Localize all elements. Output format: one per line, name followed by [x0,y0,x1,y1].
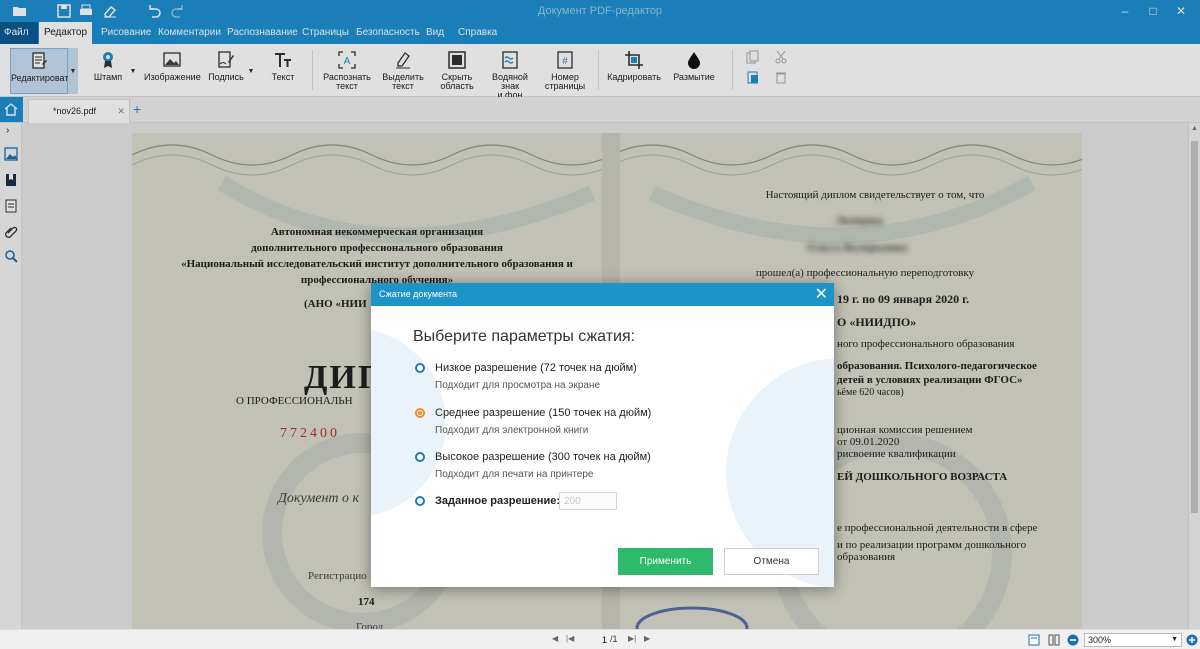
dialog-header: Сжатие документа ✕ [371,283,834,306]
cancel-button[interactable]: Отмена [724,548,819,575]
radio-custom-resolution[interactable] [415,496,425,506]
single-page-view-icon[interactable] [1028,634,1040,646]
radio-medium-resolution[interactable] [415,408,425,418]
status-bar: ◀ |◀ /1 ▶| ▶ 300% ▼ [0,629,1200,649]
option-high-title: Высокое разрешение (300 точек на дюйм) [435,451,651,463]
radio-high-resolution[interactable] [415,452,425,462]
prev-page-icon[interactable]: |◀ [566,634,574,643]
two-page-view-icon[interactable] [1048,634,1060,646]
last-page-icon[interactable]: ▶ [644,634,650,643]
dialog-heading: Выберите параметры сжатия: [413,328,636,345]
zoom-out-icon[interactable] [1067,634,1079,646]
zoom-select[interactable]: 300% ▼ [1084,633,1182,647]
page-total: /1 [610,634,618,644]
pdf-editor-window: Документ PDF-редактор – □ ✕ Файл ▼ Редак… [0,0,1200,649]
next-page-icon[interactable]: ▶| [628,634,636,643]
compress-dialog: Сжатие документа ✕ Выберите параметры сж… [371,283,834,587]
radio-low-resolution[interactable] [415,363,425,373]
apply-button[interactable]: Применить [618,548,713,575]
page-number-input[interactable] [589,633,607,647]
option-medium-subtitle: Подходит для электронной книги [435,425,589,436]
option-medium-title: Среднее разрешение (150 точек на дюйм) [435,407,652,419]
first-page-icon[interactable]: ◀ [552,634,558,643]
custom-resolution-input[interactable] [559,492,617,510]
option-high-subtitle: Подходит для печати на принтере [435,469,594,480]
dialog-title: Сжатие документа [379,289,458,299]
option-low-title: Низкое разрешение (72 точек на дюйм) [435,362,637,374]
option-custom-title: Заданное разрешение: [435,495,561,507]
chevron-down-icon: ▼ [1171,636,1178,643]
zoom-in-icon[interactable] [1186,634,1198,646]
option-low-subtitle: Подходит для просмотра на экране [435,380,601,391]
close-icon[interactable]: ✕ [815,283,828,306]
